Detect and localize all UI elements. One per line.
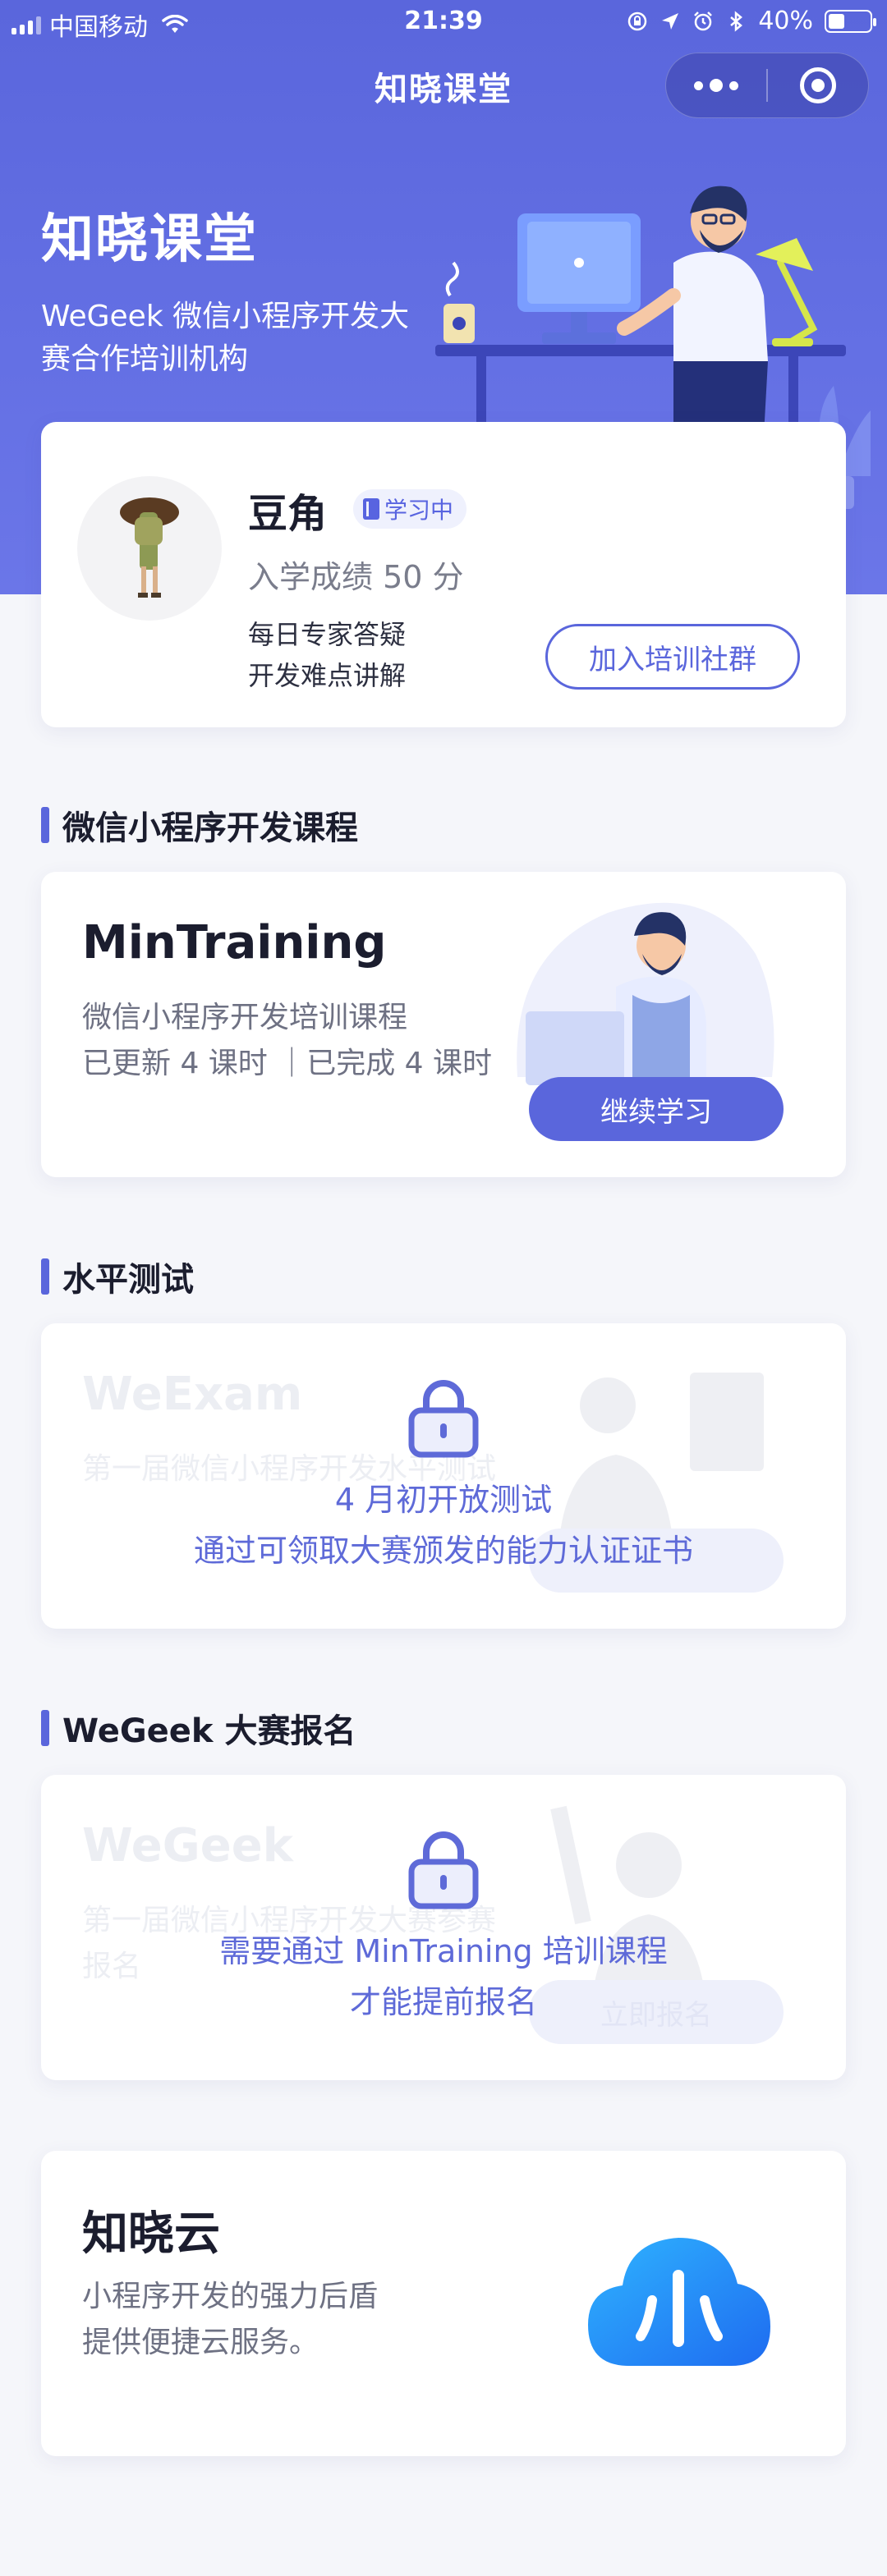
lock-message: 需要通过 MinTraining 培训课程 才能提前报名 [41, 1926, 846, 2028]
lock-message-line: 才能提前报名 [349, 1984, 537, 2020]
hero-title: 知晓课堂 [41, 209, 258, 270]
cloud-logo-icon [588, 2238, 770, 2366]
nav-bar: 知晓课堂 [0, 46, 887, 125]
battery-icon [825, 9, 876, 33]
section-heading-contest: WeGeek 大赛报名 [41, 1704, 356, 1752]
battery-level [829, 13, 844, 29]
feature-item: 开发难点讲解 [248, 660, 407, 691]
location-icon [662, 12, 679, 30]
close-miniprogram-button[interactable] [768, 53, 868, 117]
hero-subtitle: WeGeek 微信小程序开发大赛合作培训机构 [41, 300, 410, 376]
join-community-button[interactable]: 加入培训社群 [545, 624, 800, 690]
course-description: 微信小程序开发培训课程 已更新 4 课时 ｜已完成 4 课时 [82, 995, 542, 1087]
status-badge: 学习中 [353, 489, 467, 529]
cloud-title: 知晓云 [82, 2207, 220, 2261]
feature-item: 每日专家答疑 [248, 619, 407, 650]
course-title: MinTraining [82, 916, 387, 969]
lock-overlay [41, 1827, 846, 1913]
status-badge-label: 学习中 [384, 497, 454, 524]
lock-message-line: 4 月初开放测试 [334, 1482, 553, 1518]
section-heading-label: WeGeek 大赛报名 [62, 1712, 356, 1750]
section-heading-exam: 水平测试 [41, 1253, 194, 1300]
avatar[interactable] [77, 476, 222, 621]
cloud-description: 小程序开发的强力后盾 提供便捷云服务。 [82, 2274, 378, 2366]
exam-card-weexam: WeExam 第一届微信小程序开发水平测试 4 月初开放测试 通过可领取大赛颁发… [41, 1323, 846, 1629]
cloud-desc-line: 小程序开发的强力后盾 [82, 2280, 379, 2313]
lock-overlay [41, 1376, 846, 1461]
book-icon [363, 498, 379, 520]
lock-message: 4 月初开放测试 通过可领取大赛颁发的能力认证证书 [41, 1474, 846, 1576]
bluetooth-icon [730, 10, 743, 32]
course-card-mintraining[interactable]: MinTraining 微信小程序开发培训课程 已更新 4 课时 ｜已完成 4 … [41, 872, 846, 1177]
section-heading-label: 水平测试 [62, 1261, 194, 1299]
alarm-icon [694, 11, 713, 30]
status-right: 40% [627, 7, 876, 35]
lock-message-line: 需要通过 MinTraining 培训课程 [219, 1933, 668, 1969]
course-desc-line: 微信小程序开发培训课程 [82, 1001, 408, 1034]
lock-icon [408, 1380, 479, 1458]
close-target-icon [800, 67, 836, 103]
mushroom-avatar-icon [120, 497, 179, 598]
cloud-desc-line: 提供便捷云服务。 [82, 2326, 319, 2359]
miniprogram-capsule [665, 53, 869, 118]
section-heading-course: 微信小程序开发课程 [41, 801, 358, 849]
profile-features: 每日专家答疑 开发难点讲解 [248, 614, 406, 696]
section-heading-label: 微信小程序开发课程 [62, 809, 358, 847]
course-progress: 已更新 4 课时 ｜已完成 4 课时 [82, 1047, 493, 1080]
orientation-lock-icon [628, 11, 647, 30]
lock-message-line: 通过可领取大赛颁发的能力认证证书 [193, 1533, 693, 1569]
contest-card-wegeek: WeGeek 第一届微信小程序开发大赛参赛报名 立即报名 需要通过 MinTra… [41, 1775, 846, 2080]
lock-icon [408, 1831, 479, 1909]
user-name: 豆角 [248, 491, 328, 537]
continue-learning-button[interactable]: 继续学习 [529, 1077, 784, 1141]
profile-card: 豆角 学习中 入学成绩 50 分 每日专家答疑 开发难点讲解 加入培训社群 [41, 422, 846, 727]
battery-percent: 40% [758, 7, 813, 35]
entry-score: 入学成绩 50 分 [248, 559, 464, 595]
status-bar: 中国移动 21:39 40% [0, 0, 887, 46]
more-button[interactable] [666, 53, 766, 117]
cloud-card[interactable]: 知晓云 小程序开发的强力后盾 提供便捷云服务。 [41, 2151, 846, 2456]
more-dots-icon [694, 79, 738, 92]
